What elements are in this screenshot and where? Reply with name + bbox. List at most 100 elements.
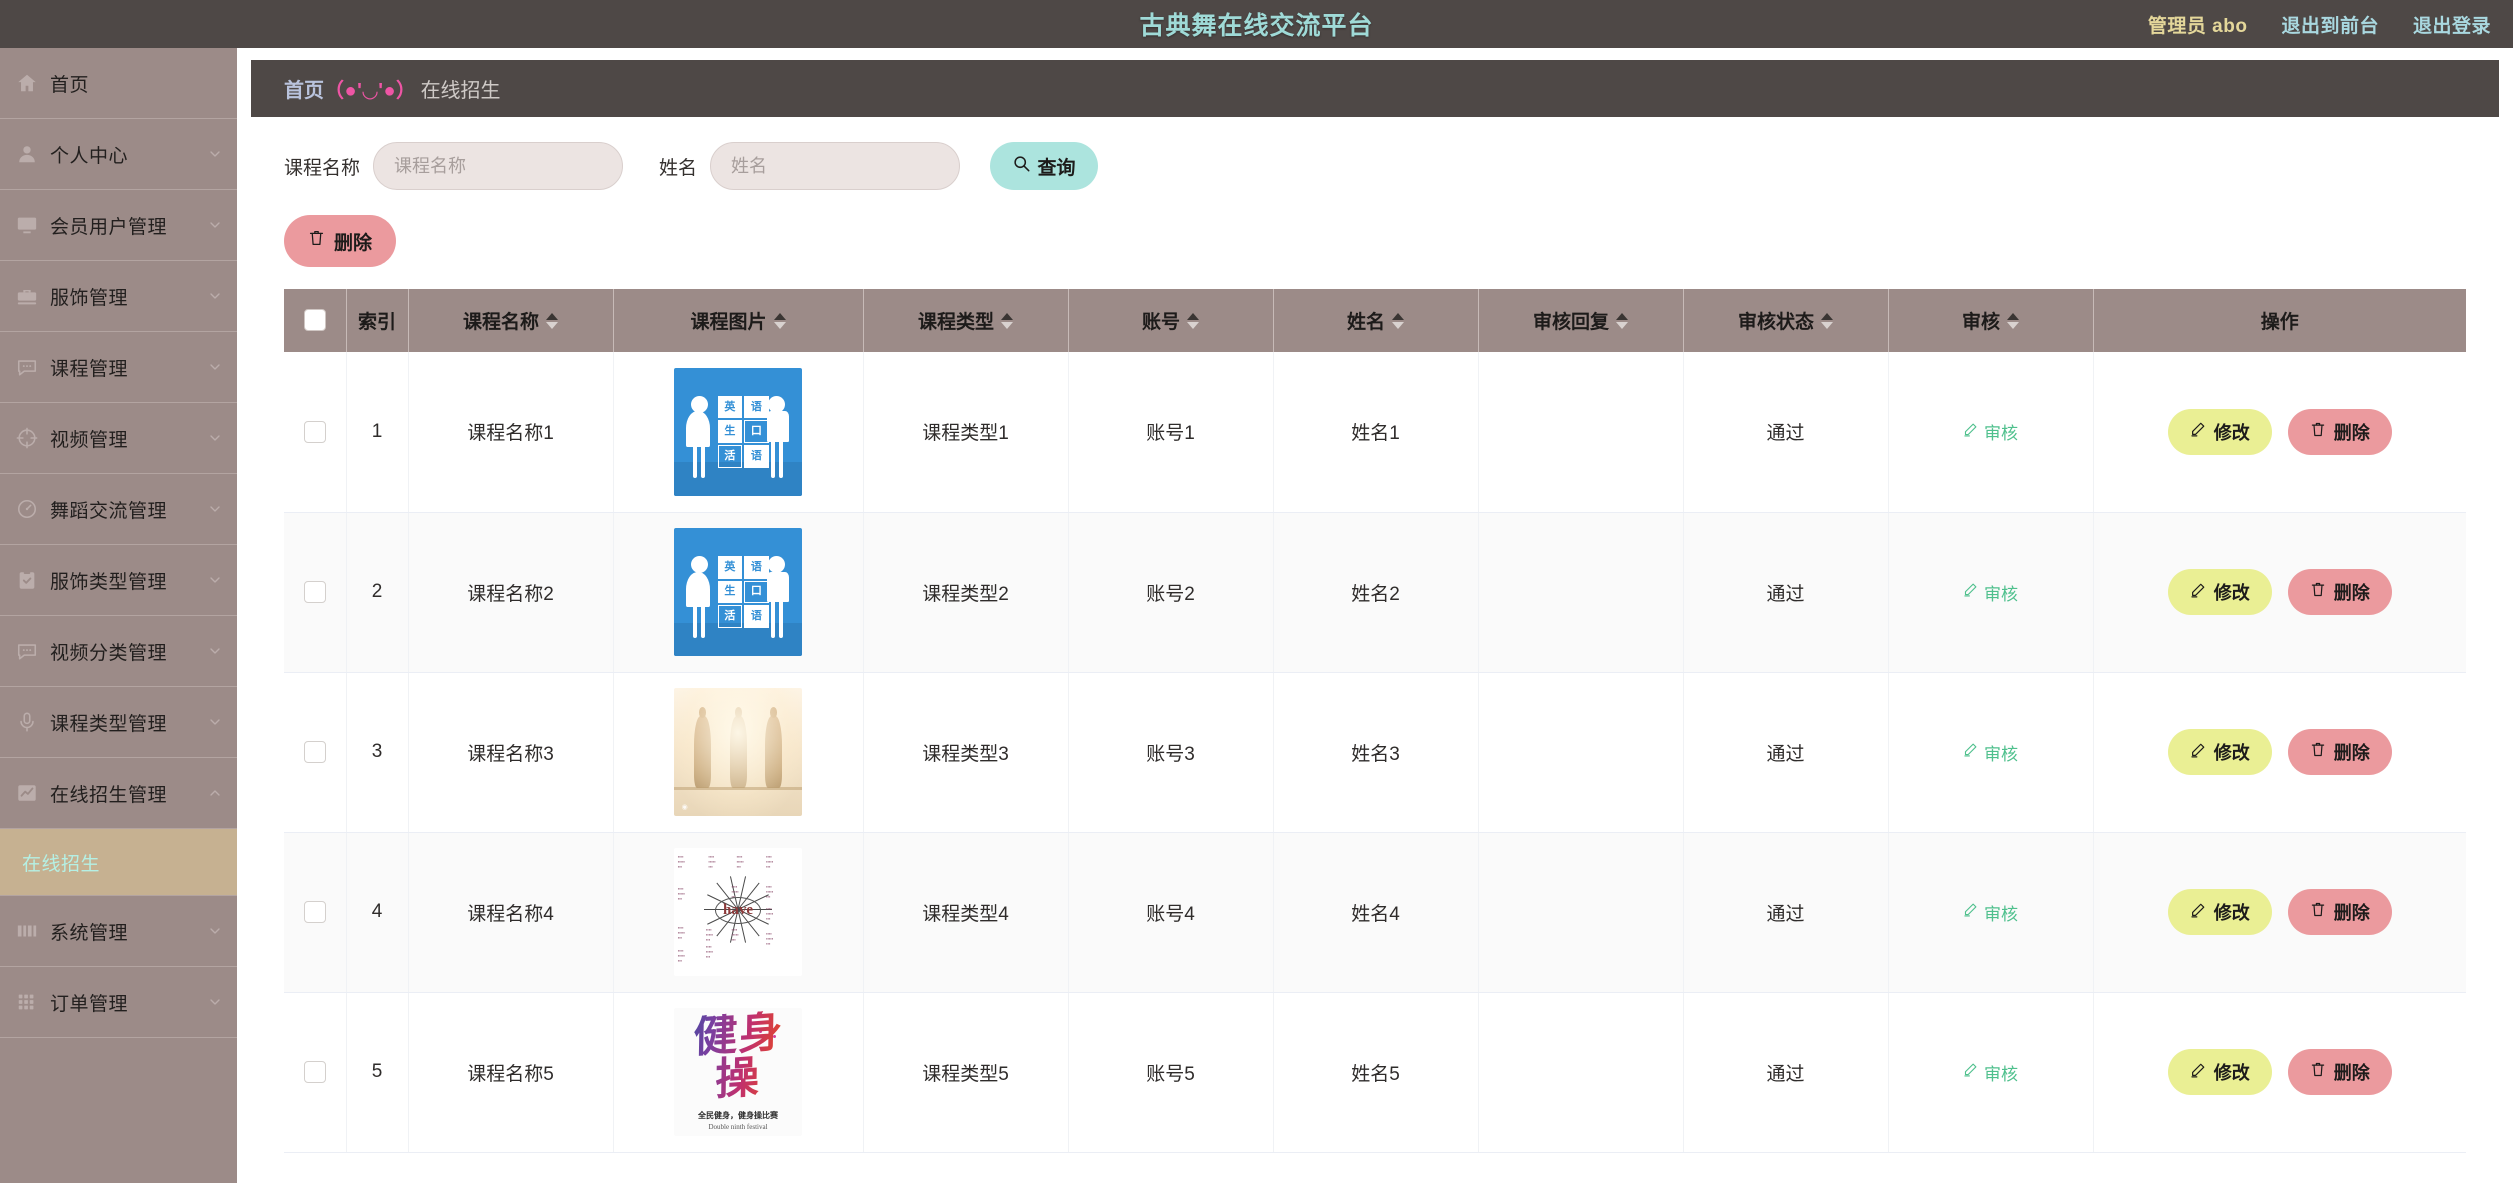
sidebar-item-10[interactable]: 在线招生管理 [0,758,237,829]
column-header-course_image[interactable]: 课程图片 [613,289,864,352]
chevron-down-icon[interactable] [207,572,223,588]
cell-index: 1 [346,352,409,513]
sidebar-item-12[interactable]: 订单管理 [0,967,237,1038]
column-header-audit[interactable]: 审核 [1888,289,2094,352]
sidebar-item-8[interactable]: 视频分类管理 [0,616,237,687]
delete-button[interactable]: 删除 [2287,408,2392,455]
course-thumbnail[interactable]: 健身操 全民健身，健身操比赛 Double ninth festival [674,1008,802,1136]
chevron-down-icon[interactable] [207,501,223,517]
course-thumbnail[interactable]: 英语 生口 活语 [674,528,802,656]
column-header-course_type[interactable]: 课程类型 [863,289,1069,352]
sidebar-item-7[interactable]: 服饰类型管理 [0,545,237,616]
edit-button-label: 修改 [2213,903,2250,923]
chevron-down-icon[interactable] [207,288,223,304]
sidebar-item-6[interactable]: 舞蹈交流管理 [0,474,237,545]
chevron-down-icon[interactable] [207,643,223,659]
delete-button[interactable]: 删除 [2287,1049,2392,1095]
chevron-down-icon[interactable] [207,359,223,375]
pencil-icon [1963,582,1978,602]
sort-toggle-icon[interactable] [773,312,786,329]
sidebar-item-9[interactable]: 课程类型管理 [0,687,237,758]
pencil-icon [1963,422,1978,442]
audit-link[interactable]: 审核 [1963,740,2018,765]
audit-link[interactable]: 审核 [1963,900,2018,925]
pencil-icon [2190,421,2206,442]
chevron-down-icon[interactable] [207,217,223,233]
table-row: 4 课程名称4 ▪▪▪▪ ▪▪▪▪▪ ▪▪▪ ▪▪▪▪ ▪▪▪▪▪ ▪▪▪ ▪▪▪▪… [284,832,2466,993]
column-header-audit_status[interactable]: 审核状态 [1683,289,1889,352]
sidebar-item-2[interactable]: 会员用户管理 [0,190,237,261]
bulk-delete-button[interactable]: 删除 [284,215,396,267]
sort-toggle-icon[interactable] [546,312,558,329]
chevron-down-icon[interactable] [207,430,223,446]
audit-link[interactable]: 审核 [1963,580,2018,605]
sidebar-item-label: 舞蹈交流管理 [50,500,168,522]
row-checkbox[interactable] [303,1060,326,1083]
sidebar-item-5[interactable]: 视频管理 [0,403,237,474]
sort-toggle-icon[interactable] [1392,312,1404,329]
current-user-label[interactable]: 管理员 abo [2148,11,2248,38]
sidebar-item-11[interactable]: 系统管理 [0,896,237,967]
audit-link[interactable]: 审核 [1963,1060,2018,1085]
student-name-input[interactable] [710,142,961,190]
delete-button[interactable]: 删除 [2287,889,2392,935]
course-thumbnail[interactable]: ◉ [674,688,802,816]
course-name-input[interactable] [373,142,624,190]
chevron-down-icon[interactable] [207,994,223,1010]
table-row: 1 课程名称1 英语 生口 活语 课程类型1 账号1 姓名1 通过 审核 修改 … [284,352,2466,513]
audit-link[interactable]: 审核 [1963,419,2018,444]
column-header-account[interactable]: 账号 [1068,289,1274,352]
cell-course-type: 课程类型3 [863,672,1069,833]
row-checkbox[interactable] [303,580,326,603]
table-row: 3 课程名称3 ◉ 课程类型3 账号3 姓名3 通过 审核 修改 删除 [284,672,2466,833]
table-body: 1 课程名称1 英语 生口 活语 课程类型1 账号1 姓名1 通过 审核 修改 … [284,352,2466,1153]
chevron-down-icon[interactable] [207,923,223,939]
enrollment-table: 索引 课程名称 课程图片 课程类型 账号 姓名 审核回复 审核状态 审核 操作 1 课程名称1 英… [284,289,2466,1153]
sort-toggle-icon[interactable] [1187,312,1199,329]
column-header-name[interactable]: 姓名 [1273,289,1479,352]
edit-button[interactable]: 修改 [2167,729,2272,775]
row-checkbox[interactable] [303,420,326,443]
row-checkbox[interactable] [303,900,326,923]
sidebar-item-3[interactable]: 服饰管理 [0,261,237,332]
sidebar-item-0[interactable]: 首页 [0,48,237,119]
sort-toggle-icon[interactable] [2007,312,2019,329]
column-header-course_name[interactable]: 课程名称 [408,289,614,352]
column-header-audit_reply[interactable]: 审核回复 [1478,289,1684,352]
sidebar-item-4[interactable]: 课程管理 [0,332,237,403]
column-header-label: 姓名 [1346,312,1385,333]
row-checkbox[interactable] [303,740,326,763]
table-row: 5 课程名称5 健身操 全民健身，健身操比赛 Double ninth fest… [284,992,2466,1153]
sidebar-item-1[interactable]: 个人中心 [0,119,237,190]
logout-link[interactable]: 退出登录 [2413,11,2491,38]
sort-toggle-icon[interactable] [1821,312,1833,329]
sort-toggle-icon[interactable] [1616,312,1628,329]
column-header-label: 课程图片 [690,312,767,333]
delete-button[interactable]: 删除 [2287,569,2392,615]
grid-bars-icon [16,920,38,942]
breadcrumb-home[interactable]: 首页 [284,74,324,103]
sidebar-item-label: 会员用户管理 [50,216,168,238]
course-thumbnail[interactable]: ▪▪▪▪ ▪▪▪▪▪ ▪▪▪ ▪▪▪▪ ▪▪▪▪▪ ▪▪▪ ▪▪▪▪ ▪▪▪▪▪ ▪… [674,848,802,976]
chevron-down-icon[interactable] [207,146,223,162]
edit-button[interactable]: 修改 [2167,889,2272,935]
course-thumbnail[interactable]: 英语 生口 活语 [674,367,802,496]
select-all-checkbox[interactable] [303,309,326,332]
row-select-cell [284,832,347,993]
exit-to-frontend-link[interactable]: 退出到前台 [2281,11,2379,38]
chevron-up-icon[interactable] [207,785,223,801]
edit-button[interactable]: 修改 [2167,569,2272,615]
sidebar-subitem-online-enrollment[interactable]: 在线招生 [0,829,237,896]
chevron-down-icon[interactable] [207,714,223,730]
delete-button-label: 删除 [2333,422,2370,443]
search-button[interactable]: 查询 [990,142,1099,190]
cell-course-type: 课程类型1 [863,352,1069,513]
sort-toggle-icon[interactable] [1001,312,1013,329]
cell-index: 3 [346,672,409,833]
delete-button[interactable]: 删除 [2287,729,2392,775]
edit-button[interactable]: 修改 [2167,408,2272,455]
edit-button[interactable]: 修改 [2167,1049,2272,1095]
column-header-label: 课程名称 [462,312,539,333]
gauge-icon [16,498,38,520]
trash-icon [2310,741,2326,763]
